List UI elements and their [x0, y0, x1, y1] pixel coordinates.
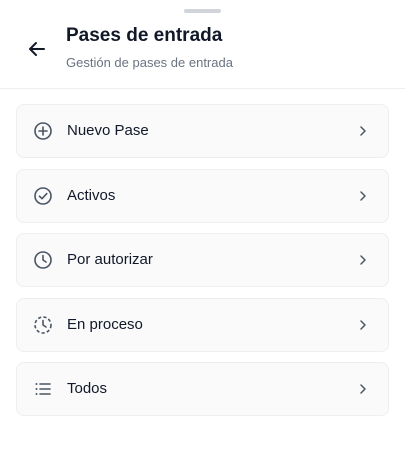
bottom-sheet: Pases de entrada Gestión de pases de ent… [0, 0, 405, 457]
menu-item-label: Activos [67, 186, 116, 204]
arrow-left-icon [29, 42, 45, 56]
clock-icon [33, 250, 53, 270]
page-title: Pases de entrada [66, 25, 223, 46]
clock-dashed-icon [33, 315, 53, 335]
chevron-right-icon [357, 125, 369, 137]
menu-item-nuevo-pase[interactable]: Nuevo Pase [16, 104, 389, 158]
page-subtitle: Gestión de pases de entrada [66, 55, 233, 70]
check-circle-icon [33, 186, 53, 206]
list-icon [33, 379, 53, 399]
chevron-right-icon [357, 190, 369, 202]
back-button[interactable] [22, 34, 52, 64]
plus-circle-icon [33, 121, 53, 141]
chevron-right-icon [357, 383, 369, 395]
chevron-right-icon [357, 254, 369, 266]
pass-menu: Nuevo Pase Activos Por autorizar En proc… [16, 104, 389, 427]
menu-item-por-autorizar[interactable]: Por autorizar [16, 233, 389, 287]
menu-item-label: Por autorizar [67, 251, 153, 268]
menu-item-en-proceso[interactable]: En proceso [16, 297, 389, 352]
menu-item-label: Nuevo Pase [67, 122, 149, 139]
menu-item-activos[interactable]: Activos [16, 168, 389, 223]
menu-item-label: En proceso [67, 315, 143, 333]
header: Pases de entrada Gestión de pases de ent… [0, 0, 405, 89]
chevron-right-icon [357, 319, 369, 331]
menu-item-todos[interactable]: Todos [16, 362, 389, 416]
menu-item-label: Todos [67, 380, 108, 397]
